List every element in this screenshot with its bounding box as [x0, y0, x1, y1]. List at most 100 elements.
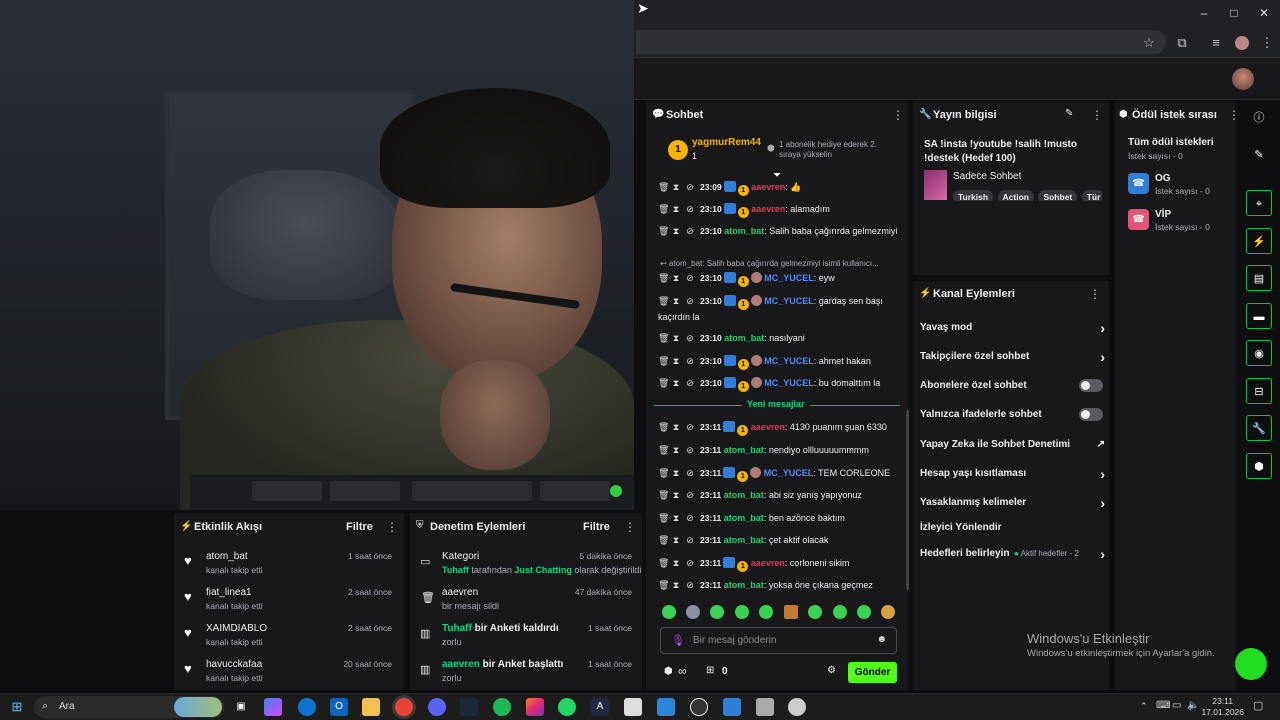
layout-icon[interactable]: ⊟ [1246, 378, 1272, 404]
outlook-icon[interactable]: O [330, 698, 348, 716]
moderation-more-icon[interactable]: ⋮ [624, 520, 636, 534]
emote-icon[interactable] [735, 605, 749, 619]
close-window-button[interactable]: ✕ [1254, 4, 1274, 22]
gift-box-icon[interactable]: ⊞ [706, 665, 714, 676]
chat-message[interactable]: 🗑 ⧗ ⊘ 23:10 1 MC_YUCEL: eyw [658, 271, 906, 287]
delete-icon[interactable]: 🗑 [658, 224, 669, 238]
delete-icon[interactable]: 🗑 [658, 271, 669, 285]
file-explorer-icon[interactable] [362, 698, 380, 716]
chat-message[interactable]: 🗑 ⧗ ⊘ 23:11 1 aaevren: corloneni sikim [658, 556, 906, 572]
timeout-icon[interactable]: ⧗ [672, 578, 680, 592]
document-icon[interactable]: ▤ [1246, 265, 1272, 291]
delete-icon[interactable]: 🗑 [658, 533, 669, 547]
reward-name[interactable]: VİP [1155, 209, 1171, 220]
delete-icon[interactable]: 🗑 [658, 578, 669, 592]
delete-icon[interactable]: 🗑 [658, 488, 669, 502]
activity-filter-button[interactable]: Filtre [346, 521, 373, 533]
ban-icon[interactable]: ⊘ [686, 271, 694, 285]
app-shield-icon[interactable] [788, 698, 806, 716]
ban-icon[interactable]: ⊘ [686, 511, 694, 525]
delete-icon[interactable]: 🗑 [658, 466, 669, 480]
timeout-icon[interactable]: ⧗ [672, 294, 680, 308]
edit-icon[interactable]: ✎ [1065, 108, 1073, 119]
emote-only-toggle[interactable] [1079, 408, 1103, 421]
app-a-icon[interactable]: A [591, 698, 609, 716]
chat-message[interactable]: 🗑 ⧗ ⊘ 23:10 atom_bat: nasılyani [658, 331, 906, 345]
obs-icon[interactable] [690, 698, 708, 716]
message-user[interactable]: MC_YUCEL [764, 468, 814, 478]
ai-moderation-row[interactable]: Yapay Zeka ile Sohbet Denetimi ↗ [920, 439, 1105, 450]
discord-icon[interactable] [428, 698, 446, 716]
list-item[interactable]: ♥ XAIMDIABLO kanalı takip etti 2 saat ön… [174, 623, 400, 657]
instagram-icon[interactable] [526, 698, 544, 716]
timeout-icon[interactable]: ⧗ [672, 331, 680, 345]
ban-icon[interactable]: ⊘ [686, 533, 694, 547]
message-user[interactable]: atom_bat [724, 513, 764, 523]
delete-icon[interactable]: 🗑 [658, 202, 669, 216]
message-user[interactable]: aaevren [751, 182, 785, 192]
account-age-row[interactable]: Hesap yaşı kısıtlaması › [920, 466, 1105, 482]
notepad-icon[interactable] [624, 698, 642, 716]
clock-date[interactable]: 17.01.2026 [1200, 707, 1244, 717]
timeout-icon[interactable]: ⧗ [672, 488, 680, 502]
list-item[interactable]: ♥ havucckafaa kanalı takip etti 20 saat … [174, 659, 400, 693]
chat-message[interactable]: 🗑 ⧗ ⊘ 23:11 1 aaevren: 4130 puanım şuan 6330 [658, 420, 906, 436]
emote-icon[interactable] [881, 605, 895, 619]
task-view-icon[interactable]: ▣ [232, 698, 250, 716]
all-rewards-title[interactable]: Tüm ödül istekleri [1128, 137, 1214, 148]
message-user[interactable]: atom_bat [724, 226, 764, 236]
taskbar-search[interactable]: ⌕ Ara [34, 696, 224, 718]
media-control-icon[interactable]: ≡ [1207, 34, 1225, 52]
timeout-icon[interactable]: ⧗ [672, 271, 680, 285]
raid-row[interactable]: İzleyici Yönlendir [920, 522, 1105, 533]
tag-chip[interactable]: Action [997, 190, 1034, 201]
app-gray-icon[interactable] [756, 698, 774, 716]
lightning-tool-icon[interactable]: ⚡ [1246, 228, 1272, 254]
delete-icon[interactable]: 🗑 [658, 294, 669, 308]
message-user[interactable]: MC_YUCEL [764, 273, 814, 283]
chat-message[interactable]: 🗑 ⧗ ⊘ 23:11 atom_bat: nendiyo ollluuuuummmm [658, 443, 906, 457]
emote-icon[interactable] [857, 605, 871, 619]
list-item[interactable]: ▥ aaevren bir Anket başlattı 1 saat önce… [410, 659, 642, 693]
message-user[interactable]: MC_YUCEL [764, 378, 814, 388]
ban-icon[interactable]: ⊘ [686, 224, 694, 238]
tray-chevron-icon[interactable]: ⌃ [1140, 701, 1148, 712]
microphone-icon[interactable]: 🎙 [671, 634, 685, 647]
message-user[interactable]: aaevren [751, 558, 785, 568]
message-user[interactable]: atom_bat [724, 445, 764, 455]
delete-icon[interactable]: 🗑 [658, 511, 669, 525]
ban-icon[interactable]: ⊘ [686, 202, 694, 216]
moderation-filter-button[interactable]: Filtre [583, 521, 610, 533]
tray-language-icon[interactable]: ⌨ [1156, 700, 1170, 711]
message-user[interactable]: atom_bat [724, 333, 764, 343]
profile-avatar[interactable] [1235, 36, 1249, 50]
wrench-tool-icon[interactable]: 🔧 [1246, 415, 1272, 441]
address-bar[interactable] [636, 30, 1166, 54]
message-user[interactable]: aaevren [751, 422, 785, 432]
volume-icon[interactable]: 🔈 [1187, 700, 1199, 711]
subscribers-only-row[interactable]: Abonelere özel sohbet [920, 379, 1105, 392]
chat-message[interactable]: 🗑 ⧗ ⊘ 23:10 1 aaevren: alamadım [658, 202, 906, 218]
reward-name[interactable]: OG [1155, 173, 1171, 184]
ban-icon[interactable]: ⊘ [686, 578, 694, 592]
chat-message[interactable]: 🗑 ⧗ ⊘ 23:11 atom_bat: ben azönce baktım [658, 511, 906, 525]
message-user[interactable]: aaevren [751, 204, 785, 214]
bookmark-star-icon[interactable]: ☆ [1140, 34, 1158, 52]
chat-message[interactable]: 🗑 ⧗ ⊘ 23:11 atom_bat: çet aktif olacak [658, 533, 906, 547]
list-item[interactable]: ♥ fiat_linea1 kanalı takip etti 2 saat ö… [174, 587, 400, 621]
category-thumbnail[interactable] [924, 170, 947, 200]
emote-icon[interactable] [686, 605, 700, 619]
slow-mode-row[interactable]: Yavaş mod › [920, 320, 1105, 336]
info-icon[interactable]: ⓘ [1246, 105, 1272, 131]
timeout-icon[interactable]: ⧗ [672, 511, 680, 525]
chat-message[interactable]: 🗑 ⧗ ⊘ 23:11 atom_bat: yoksa öne çıkana geçm… [658, 578, 906, 592]
ban-icon[interactable]: ⊘ [686, 488, 694, 502]
emote-icon[interactable] [759, 605, 773, 619]
ban-icon[interactable]: ⊘ [686, 443, 694, 457]
chat-scrollbar[interactable] [906, 410, 909, 590]
network-icon[interactable]: ▭ [1172, 700, 1181, 711]
user-avatar[interactable] [1232, 68, 1254, 90]
chat-tool-icon[interactable]: ▬ [1246, 303, 1272, 329]
timeout-icon[interactable]: ⧗ [672, 556, 680, 570]
edge-icon[interactable] [298, 698, 316, 716]
